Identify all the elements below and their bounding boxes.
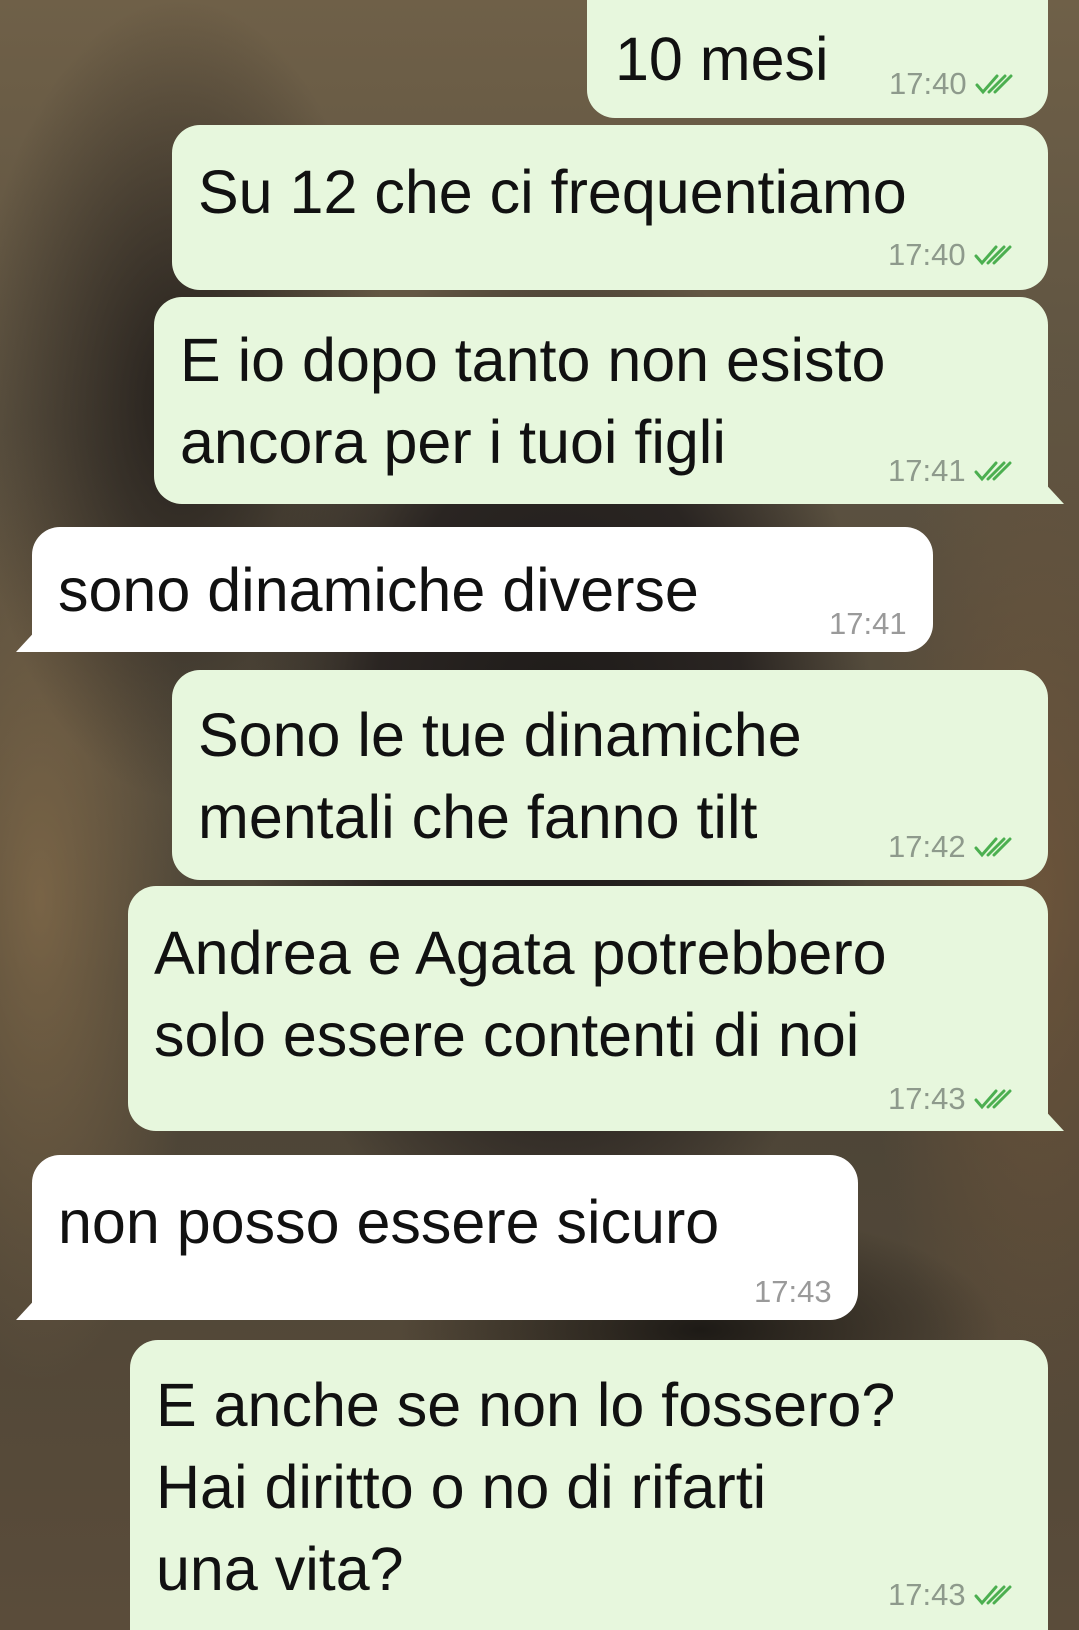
double-check-icon (975, 74, 1013, 95)
message-text: non posso essere sicuro (58, 1188, 720, 1256)
message-time: 17:40 (888, 237, 966, 272)
chat-screen: { "messages": [ {"direction": "out", "li… (0, 0, 1079, 1630)
message-bubble-outgoing[interactable]: 10 mesi 17:40 (587, 0, 1048, 118)
message-meta: 17:43 (888, 1578, 1018, 1612)
message-time: 17:41 (829, 606, 907, 641)
double-check-icon (974, 837, 1012, 858)
message-meta: 17:43 (888, 1082, 1018, 1116)
message-text-line: solo essere contenti di noi (154, 1001, 860, 1069)
message-bubble-outgoing[interactable]: Sono le tue dinamiche mentali che fanno … (172, 670, 1048, 880)
message-time: 17:40 (889, 66, 967, 101)
message-time: 17:43 (888, 1577, 966, 1612)
double-check-icon (974, 1585, 1012, 1606)
message-bubble-outgoing[interactable]: Andrea e Agata potrebbero solo essere co… (128, 886, 1064, 1131)
double-check-icon (974, 1089, 1012, 1110)
message-meta: 17:41 (888, 454, 1018, 488)
message-text-line: una vita? (156, 1535, 404, 1603)
message-text-line: Sono le tue dinamiche (198, 701, 802, 769)
message-text-line: E anche se non lo fossero? (156, 1371, 896, 1439)
message-text-line: Hai diritto o no di rifarti (156, 1453, 767, 1521)
double-check-icon (974, 461, 1012, 482)
double-check-icon (974, 245, 1012, 266)
message-text-line: Andrea e Agata potrebbero (154, 919, 887, 987)
message-text-line: mentali che fanno tilt (198, 783, 758, 851)
message-bubble-incoming[interactable]: sono dinamiche diverse 17:41 (16, 527, 933, 652)
message-meta: 17:40 (889, 67, 1019, 101)
message-time: 17:41 (888, 453, 966, 488)
message-text-line: E io dopo tanto non esisto (180, 326, 886, 394)
message-bubble-outgoing[interactable]: Su 12 che ci frequentiamo 17:40 (172, 125, 1048, 290)
message-time: 17:43 (888, 1081, 966, 1116)
message-text: Su 12 che ci frequentiamo (198, 158, 907, 226)
message-text: sono dinamiche diverse (58, 556, 699, 624)
message-text: 10 mesi (615, 25, 829, 93)
message-time: 17:43 (754, 1274, 832, 1309)
message-bubble-incoming[interactable]: non posso essere sicuro 17:43 (16, 1155, 858, 1320)
message-bubble-outgoing[interactable]: E anche se non lo fossero? Hai diritto o… (130, 1340, 1048, 1630)
message-time: 17:42 (888, 829, 966, 864)
message-meta: 17:40 (888, 238, 1018, 272)
message-bubble-outgoing[interactable]: E io dopo tanto non esisto ancora per i … (154, 297, 1064, 504)
message-text-line: ancora per i tuoi figli (180, 408, 726, 476)
message-meta: 17:43 (754, 1275, 832, 1309)
message-meta: 17:42 (888, 830, 1018, 864)
message-meta: 17:41 (829, 607, 907, 641)
